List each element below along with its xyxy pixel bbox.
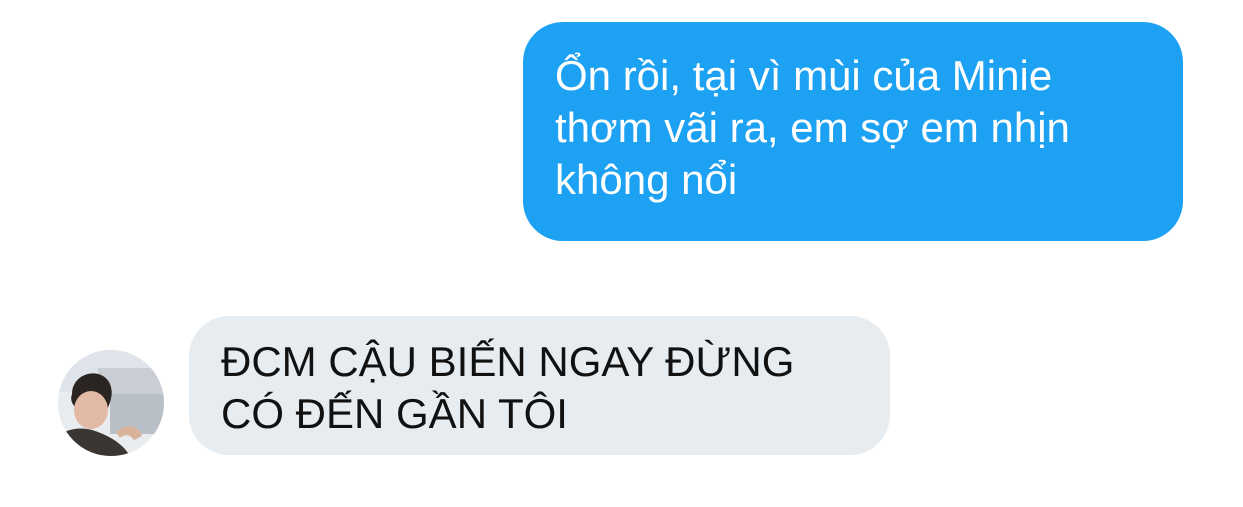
received-message-row: ĐCM CẬU BIẾN NGAY ĐỪNG CÓ ĐẾN GẦN TÔI	[0, 316, 1243, 456]
avatar-photo-icon	[58, 350, 164, 456]
message-thread: Ổn rồi, tại vì mùi của Minie thơm vãi ra…	[0, 0, 1243, 507]
sent-message-bubble[interactable]: Ổn rồi, tại vì mùi của Minie thơm vãi ra…	[523, 22, 1183, 241]
received-message-bubble[interactable]: ĐCM CẬU BIẾN NGAY ĐỪNG CÓ ĐẾN GẦN TÔI	[189, 316, 890, 455]
sender-avatar[interactable]	[58, 350, 164, 456]
